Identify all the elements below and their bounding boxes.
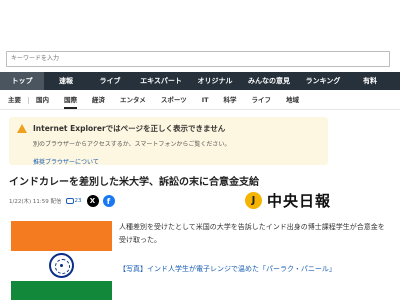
comment-count: 23 — [74, 198, 82, 204]
flag-band-saffron — [11, 221, 112, 251]
category-tab-sports[interactable]: スポーツ — [161, 90, 187, 109]
category-tab-science[interactable]: 科学 — [224, 90, 237, 109]
category-tab-life[interactable]: ライフ — [252, 90, 272, 109]
notice-title: Internet Explorerではページを正しく表示できません — [33, 124, 226, 133]
header — [0, 0, 400, 72]
category-tab-it[interactable]: IT — [202, 90, 209, 109]
publisher-link[interactable]: J 中央日報 — [245, 190, 331, 211]
nav-item-live[interactable]: ライブ — [88, 72, 132, 90]
category-nav: 主要 国内 国際 経済 エンタメ スポーツ IT 科学 ライフ 地域 — [0, 90, 400, 110]
flag-band-white — [11, 251, 112, 281]
article-title: インドカレーを差別した米大学、訴訟の末に合意金支給 — [9, 177, 259, 188]
category-tab-entertainment[interactable]: エンタメ — [120, 90, 146, 109]
search-input[interactable] — [6, 51, 390, 67]
x-share-icon[interactable]: X — [86, 195, 99, 207]
notice-body: 別のブラウザーからアクセスするか、スマートフォンからご覧ください。 — [33, 141, 231, 148]
nav-item-breaking[interactable]: 速報 — [44, 72, 88, 90]
ashoka-chakra-icon — [49, 253, 74, 278]
photo-link[interactable]: 【写真】インド人学生が電子レンジで温めた「パーラク・パニール」 — [119, 263, 339, 276]
flag-band-green — [11, 281, 112, 300]
nav-item-ranking[interactable]: ランキング — [298, 72, 348, 90]
publisher-name: 中央日報 — [267, 192, 332, 210]
article-thumbnail[interactable] — [11, 221, 112, 300]
browser-notice: Internet Explorerではページを正しく表示できません 別のブラウザ… — [9, 117, 328, 166]
category-tab-international[interactable]: 国際 — [64, 90, 77, 109]
nav-item-expert[interactable]: エキスパート — [132, 72, 190, 90]
article-meta: 1/22(木) 11:59 配信 23 X f — [9, 195, 115, 207]
publisher-logo-icon: J — [245, 192, 262, 209]
nav-item-paid[interactable]: 有料 — [348, 72, 392, 90]
facebook-share-icon[interactable]: f — [102, 195, 115, 207]
nav-item-opinion[interactable]: みんなの意見 — [240, 72, 298, 90]
recommended-browser-link[interactable]: 推奨ブラウザーについて — [17, 159, 99, 166]
category-tab-main[interactable]: 主要 — [8, 90, 29, 109]
nav-item-top[interactable]: トップ — [0, 72, 44, 90]
main-nav: トップ 速報 ライブ エキスパート オリジナル みんなの意見 ランキング 有料 — [0, 72, 400, 90]
nav-item-original[interactable]: オリジナル — [190, 72, 240, 90]
warning-icon — [17, 124, 27, 133]
comment-count-link[interactable]: 23 — [65, 198, 82, 204]
article-timestamp: 1/22(木) 11:59 配信 — [9, 199, 62, 205]
comment-icon — [65, 198, 74, 204]
category-tab-economy[interactable]: 経済 — [92, 90, 105, 109]
category-tab-domestic[interactable]: 国内 — [36, 90, 49, 109]
category-tab-local[interactable]: 地域 — [286, 90, 299, 109]
article-lead: 人種差別を受けたとして米国の大学を告訴したインド出身の博士課程学生が合意金を受け… — [119, 223, 385, 244]
